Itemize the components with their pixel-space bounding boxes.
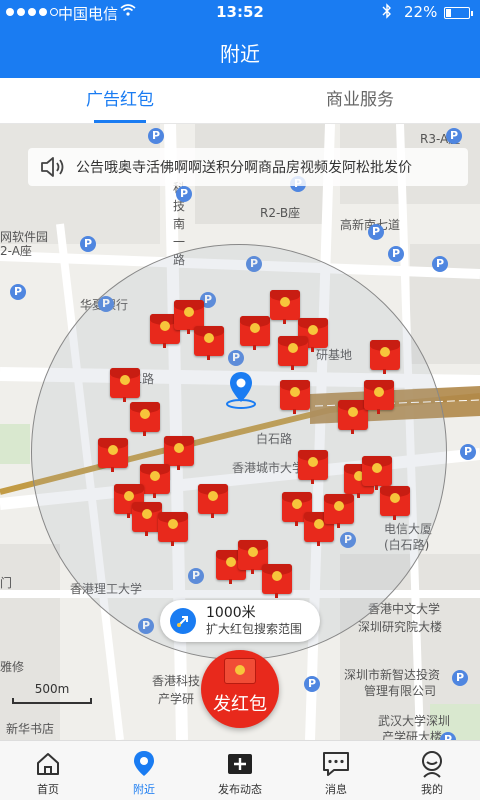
map-label: 管理有限公司	[364, 684, 437, 698]
battery-icon	[444, 7, 473, 19]
red-packet-marker[interactable]	[324, 494, 354, 528]
profile-icon	[417, 749, 447, 779]
map-label: 香港科技	[152, 674, 201, 688]
parking-icon: P	[388, 246, 404, 262]
parking-icon: P	[10, 284, 26, 300]
map-label: 南	[173, 217, 186, 231]
map-label: R2-B座	[260, 206, 301, 220]
red-packet-marker[interactable]	[280, 380, 310, 414]
parking-icon: P	[452, 670, 468, 686]
red-packet-marker[interactable]	[130, 402, 160, 436]
red-packet-marker[interactable]	[110, 368, 140, 402]
tab-label: 商业服务	[326, 90, 394, 110]
location-icon	[129, 749, 159, 779]
red-packet-marker[interactable]	[164, 436, 194, 470]
red-packet-marker[interactable]	[262, 564, 292, 598]
red-packet-marker[interactable]	[240, 316, 270, 350]
red-packet-marker[interactable]	[270, 290, 300, 324]
map-label: 深圳研究院大楼	[358, 620, 443, 634]
announcement-text: 公告哦奥寺活佛啊啊送积分啊商品房视频发阿松批发价	[76, 160, 412, 176]
status-bar: 中国电信 13:52 22%	[0, 0, 480, 26]
parking-icon: P	[148, 128, 164, 144]
parking-icon: P	[446, 128, 462, 144]
tab-label: 广告红包	[86, 90, 154, 110]
parking-icon: P	[368, 224, 384, 240]
red-packet-marker[interactable]	[380, 486, 410, 520]
map-view[interactable]: 公告哦奥寺活佛啊啊送积分啊商品房视频发阿松批发价 科技南一路R2-B座R3-A座…	[0, 124, 480, 740]
bottom-tab-bar: 首页 附近 发布动态 消息 我的	[0, 740, 480, 800]
map-label: 深圳市新智达投资	[344, 668, 441, 682]
range-hint: 扩大红包搜索范围	[206, 622, 303, 637]
send-red-packet-label: 发红包	[213, 694, 267, 715]
parking-icon: P	[304, 676, 320, 692]
red-packet-marker[interactable]	[370, 340, 400, 374]
battery-percent: 22%	[404, 3, 438, 21]
red-packet-marker[interactable]	[362, 456, 392, 490]
message-icon	[321, 749, 351, 779]
speaker-icon	[28, 155, 76, 179]
search-radius-circle	[31, 244, 447, 660]
range-distance: 1000米	[206, 605, 256, 622]
red-packet-icon	[224, 658, 256, 684]
add-icon	[225, 749, 255, 779]
bluetooth-icon	[382, 3, 392, 23]
page-title: 附近	[220, 41, 260, 66]
tab-nearby-label: 附近	[133, 783, 155, 796]
map-label: 武汉大学深圳	[378, 714, 451, 728]
red-packet-marker[interactable]	[158, 512, 188, 546]
tab-profile-label: 我的	[421, 783, 443, 796]
map-scale: 500m	[12, 682, 92, 704]
map-label: 2-A座	[0, 244, 32, 258]
map-label: 门	[0, 576, 13, 590]
tab-post-label: 发布动态	[218, 783, 262, 796]
red-packet-marker[interactable]	[194, 326, 224, 360]
tab-ad-red-packets[interactable]: 广告红包	[0, 78, 240, 123]
parking-icon: P	[176, 186, 192, 202]
map-label: 新华书店	[6, 722, 55, 736]
map-label: 产学研大楼	[382, 730, 443, 740]
parking-icon: P	[460, 444, 476, 460]
map-label: 产学研	[158, 692, 195, 706]
send-red-packet-button[interactable]: 发红包	[201, 650, 279, 728]
location-pin-icon	[226, 370, 256, 414]
expand-range-chip[interactable]: 1000米 扩大红包搜索范围	[160, 600, 320, 642]
red-packet-marker[interactable]	[278, 336, 308, 370]
tab-messages[interactable]: 消息	[288, 741, 384, 800]
announcement-bar[interactable]: 公告哦奥寺活佛啊啊送积分啊商品房视频发阿松批发价	[28, 148, 468, 186]
map-label: 雅修	[0, 660, 25, 674]
tab-business-services[interactable]: 商业服务	[240, 78, 480, 123]
red-packet-marker[interactable]	[140, 464, 170, 498]
expand-range-icon	[170, 608, 196, 634]
parking-icon: P	[432, 256, 448, 272]
red-packet-marker[interactable]	[98, 438, 128, 472]
tab-messages-label: 消息	[325, 783, 347, 796]
tab-post[interactable]: 发布动态	[192, 741, 288, 800]
nav-bar: 附近	[0, 26, 480, 78]
red-packet-marker[interactable]	[298, 450, 328, 484]
scale-label: 500m	[34, 682, 70, 696]
tab-home[interactable]: 首页	[0, 741, 96, 800]
home-icon	[33, 749, 63, 779]
tab-bar-top: 广告红包 商业服务	[0, 78, 480, 124]
tab-profile[interactable]: 我的	[384, 741, 480, 800]
map-label: 一	[173, 235, 186, 249]
tab-nearby[interactable]: 附近	[96, 741, 192, 800]
tab-home-label: 首页	[37, 783, 59, 796]
red-packet-marker[interactable]	[198, 484, 228, 518]
parking-icon: P	[80, 236, 96, 252]
red-packet-marker[interactable]	[364, 380, 394, 414]
